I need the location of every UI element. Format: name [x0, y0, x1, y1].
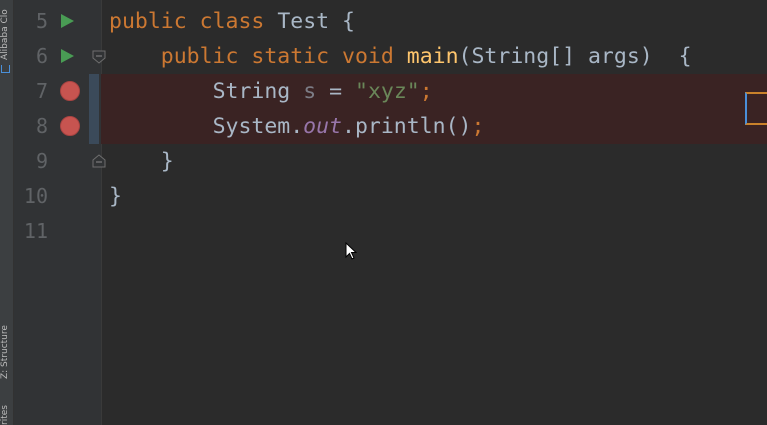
parameters: (String[] args) [458, 44, 653, 69]
class-ref: System. [212, 114, 304, 139]
keyword: public [160, 44, 239, 69]
fold-start-icon[interactable] [92, 50, 106, 64]
breakpoint-icon[interactable] [60, 116, 80, 136]
keyword: static [251, 44, 330, 69]
fold-end-icon[interactable] [92, 154, 106, 168]
code-line[interactable]: } [109, 144, 174, 179]
breakpoint-icon[interactable] [60, 81, 80, 101]
string-literal: "xyz" [355, 79, 420, 104]
run-icon[interactable] [61, 49, 74, 63]
code-line[interactable]: public static void main(String[] args) { [109, 39, 692, 74]
semicolon: ; [471, 114, 485, 139]
tool-tab-structure[interactable]: Z: Structure [0, 297, 13, 379]
brace: } [109, 184, 122, 209]
run-icon[interactable] [61, 14, 74, 28]
class-name: Test [277, 9, 330, 34]
line-number: 9 [35, 149, 48, 173]
tool-tab-alibaba-cloud[interactable]: Alibaba Clo [0, 0, 13, 60]
method-call: .println() [342, 114, 472, 139]
line-number: 6 [35, 44, 48, 68]
type-name: String [212, 79, 291, 104]
brace: } [160, 149, 174, 174]
line-number: 10 [23, 184, 48, 208]
scroll-marker [745, 92, 767, 125]
change-marker [89, 109, 99, 144]
keyword: void [342, 44, 394, 69]
brace: { [678, 44, 692, 69]
keyword: public [109, 9, 187, 34]
line-number: 11 [23, 219, 48, 243]
tool-window-strip: Alibaba Clo Z: Structure rites [0, 0, 14, 425]
mouse-cursor-icon [345, 242, 358, 260]
brace: { [342, 9, 355, 34]
keyword: class [199, 9, 265, 34]
code-line[interactable]: System.out.println(); [109, 109, 485, 144]
variable: s [303, 79, 317, 104]
code-line[interactable]: } [109, 179, 122, 214]
operator: = [329, 79, 343, 104]
line-number: 7 [35, 79, 48, 103]
tool-tab-favorites[interactable]: rites [0, 395, 13, 425]
line-number: 8 [35, 114, 48, 138]
alibaba-cloud-icon [1, 65, 10, 73]
line-number: 5 [35, 9, 48, 33]
semicolon: ; [419, 79, 433, 104]
method-name: main [406, 44, 459, 69]
code-line[interactable]: public class Test { [109, 4, 355, 39]
change-marker [89, 74, 99, 109]
code-line[interactable]: String s = "xyz"; [109, 74, 433, 109]
static-field: out [303, 114, 343, 139]
